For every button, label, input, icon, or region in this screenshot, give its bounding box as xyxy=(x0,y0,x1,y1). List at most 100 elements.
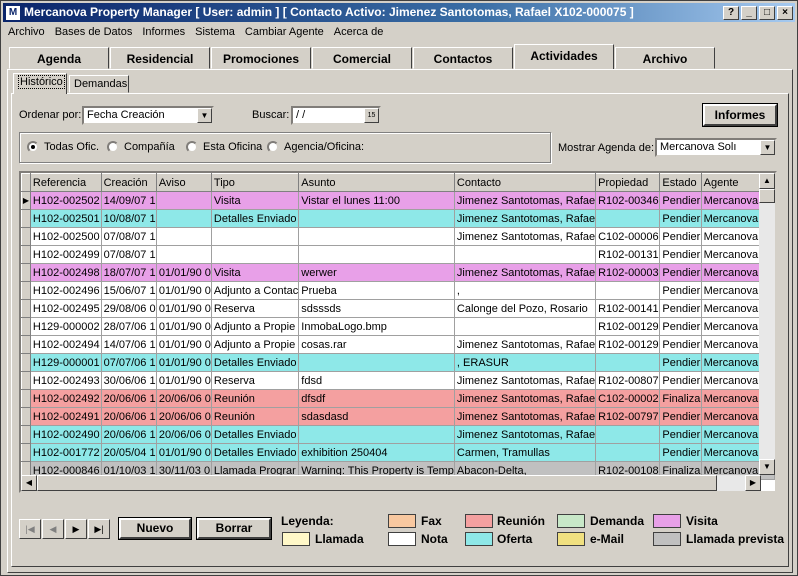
borrar-button[interactable]: Borrar xyxy=(196,517,272,540)
cell-referencia[interactable]: H129-000001 xyxy=(30,353,102,372)
last-record-button[interactable]: ▶| xyxy=(88,519,110,539)
cell-propiedad[interactable]: R102-00129 xyxy=(595,335,661,354)
cell-aviso[interactable]: 01/01/90 0 xyxy=(156,299,212,318)
tab-residencial[interactable]: Residencial xyxy=(110,47,210,69)
cell-contacto[interactable] xyxy=(454,245,597,264)
row-indicator[interactable] xyxy=(21,263,31,282)
cell-propiedad[interactable]: C102-00002 xyxy=(595,389,661,408)
table-row[interactable]: H102-002501 10/08/07 1 Detalles Enviado Jim… xyxy=(21,209,775,228)
cell-creacin[interactable]: 15/06/07 1 xyxy=(101,281,157,300)
row-indicator[interactable] xyxy=(21,317,31,336)
cell-referencia[interactable]: H102-002500 xyxy=(30,227,102,246)
radio-agencia-oficina[interactable]: Agencia/Oficina: xyxy=(267,141,364,153)
menu-informes[interactable]: Informes xyxy=(137,26,190,38)
cell-referencia[interactable]: H102-002494 xyxy=(30,335,102,354)
cell-estado[interactable]: Finaliza xyxy=(659,389,702,408)
cell-aviso[interactable]: 01/01/90 0 xyxy=(156,317,212,336)
cell-propiedad[interactable]: R102-00003 xyxy=(595,263,661,282)
cell-contacto[interactable]: Jimenez Santotomas, Rafae xyxy=(454,263,597,282)
cell-tipo[interactable]: Adjunto a Propie xyxy=(211,335,300,354)
cell-tipo[interactable]: Reunión xyxy=(211,389,300,408)
cell-asunto[interactable]: Prueba xyxy=(298,281,455,300)
cell-estado[interactable]: Pendier xyxy=(659,191,702,210)
cell-creacin[interactable]: 14/07/06 1 xyxy=(101,335,157,354)
subtab-historico[interactable]: Histórico xyxy=(13,73,67,94)
tab-agenda[interactable]: Agenda xyxy=(9,47,109,69)
minimize-button[interactable]: _ xyxy=(741,5,757,20)
row-indicator[interactable] xyxy=(21,299,31,318)
cell-creacin[interactable]: 30/06/06 1 xyxy=(101,371,157,390)
cell-tipo[interactable]: Reserva xyxy=(211,299,300,318)
cell-propiedad[interactable] xyxy=(595,209,661,228)
next-record-button[interactable]: ▶ xyxy=(65,519,87,539)
cell-tipo[interactable]: Detalles Enviado xyxy=(211,353,300,372)
column-aviso[interactable]: Aviso xyxy=(155,173,212,192)
tab-comercial[interactable]: Comercial xyxy=(312,47,412,69)
cell-contacto[interactable]: Jimenez Santotomas, Rafae xyxy=(454,389,597,408)
menu-sistema[interactable]: Sistema xyxy=(190,26,240,38)
cell-referencia[interactable]: H102-002495 xyxy=(30,299,102,318)
cell-contacto[interactable]: Jimenez Santotomas, Rafae xyxy=(454,227,597,246)
horizontal-scrollbar[interactable]: ◀ ▶ xyxy=(21,475,761,491)
cell-creacin[interactable]: 20/06/06 1 xyxy=(101,425,157,444)
cell-aviso[interactable]: 20/06/06 0 xyxy=(156,389,212,408)
cell-tipo[interactable]: Detalles Enviado xyxy=(211,425,300,444)
cell-tipo[interactable] xyxy=(211,245,300,264)
scroll-left-icon[interactable]: ◀ xyxy=(21,475,37,491)
cell-contacto[interactable]: Jimenez Santotomas, Rafae xyxy=(454,335,597,354)
cell-referencia[interactable]: H102-002502 xyxy=(30,191,102,210)
cell-asunto[interactable]: InmobaLogo.bmp xyxy=(298,317,455,336)
cell-propiedad[interactable]: R102-00807 xyxy=(595,371,661,390)
table-row[interactable]: ▶ H102-002502 14/09/07 1 Visita Vistar el lu… xyxy=(21,191,775,210)
cell-aviso[interactable]: 01/01/90 0 xyxy=(156,335,212,354)
cell-asunto[interactable]: werwer xyxy=(298,263,455,282)
scroll-right-icon[interactable]: ▶ xyxy=(745,475,761,491)
table-row[interactable]: H102-002494 14/07/06 1 01/01/90 0 Adjunto a… xyxy=(21,335,775,354)
cell-contacto[interactable]: Jimenez Santotomas, Rafae xyxy=(454,191,597,210)
cell-tipo[interactable]: Adjunto a Propie xyxy=(211,317,300,336)
cell-estado[interactable]: Pendier xyxy=(659,263,702,282)
cell-tipo[interactable]: Visita xyxy=(211,191,300,210)
cell-creacin[interactable]: 28/07/06 1 xyxy=(101,317,157,336)
row-indicator[interactable] xyxy=(21,227,31,246)
radio-compania[interactable]: Compañía xyxy=(107,141,175,153)
table-row[interactable]: H102-002491 20/06/06 1 20/06/06 0 Reunión sd… xyxy=(21,407,775,426)
cell-asunto[interactable]: dfsdf xyxy=(298,389,455,408)
cell-aviso[interactable]: 20/06/06 0 xyxy=(156,425,212,444)
cell-referencia[interactable]: H102-002492 xyxy=(30,389,102,408)
row-indicator[interactable] xyxy=(21,371,31,390)
table-row[interactable]: H129-000002 28/07/06 1 01/01/90 0 Adjunto a… xyxy=(21,317,775,336)
cell-propiedad[interactable] xyxy=(595,353,661,372)
cell-propiedad[interactable]: R102-00141 xyxy=(595,299,661,318)
prev-record-button[interactable]: ◀ xyxy=(42,519,64,539)
cell-estado[interactable]: Pendier xyxy=(659,407,702,426)
row-indicator[interactable] xyxy=(21,335,31,354)
cell-referencia[interactable]: H102-001772 xyxy=(30,443,102,462)
cell-contacto[interactable]: , ERASUR xyxy=(454,353,597,372)
cell-asunto[interactable] xyxy=(298,227,455,246)
scroll-up-icon[interactable]: ▲ xyxy=(759,173,775,189)
cell-asunto[interactable]: sdsssds xyxy=(298,299,455,318)
cell-creacin[interactable]: 07/07/06 1 xyxy=(101,353,157,372)
table-row[interactable]: H102-002498 18/07/07 1 01/01/90 0 Visita wer… xyxy=(21,263,775,282)
nuevo-button[interactable]: Nuevo xyxy=(118,517,192,540)
horizontal-scroll-thumb[interactable] xyxy=(37,475,717,491)
column-referencia[interactable]: Referencia xyxy=(29,173,102,192)
cell-contacto[interactable]: Calonge del Pozo, Rosario xyxy=(454,299,597,318)
cell-aviso[interactable] xyxy=(156,245,212,264)
cell-tipo[interactable]: Detalles Enviado xyxy=(211,209,300,228)
cell-referencia[interactable]: H102-002501 xyxy=(30,209,102,228)
maximize-button[interactable]: □ xyxy=(759,5,775,20)
cell-estado[interactable]: Pendier xyxy=(659,443,702,462)
tab-actividades[interactable]: Actividades xyxy=(514,44,614,69)
cell-aviso[interactable] xyxy=(156,209,212,228)
cell-propiedad[interactable]: R102-00131 xyxy=(595,245,661,264)
cell-contacto[interactable]: Jimenez Santotomas, Rafae xyxy=(454,425,597,444)
cell-creacin[interactable]: 29/08/06 0 xyxy=(101,299,157,318)
cell-propiedad[interactable]: R102-00346 xyxy=(595,191,661,210)
cell-aviso[interactable] xyxy=(156,191,212,210)
cell-aviso[interactable]: 20/06/06 0 xyxy=(156,407,212,426)
cell-tipo[interactable]: Detalles Enviado xyxy=(211,443,300,462)
cell-propiedad[interactable] xyxy=(595,425,661,444)
cell-contacto[interactable] xyxy=(454,317,597,336)
